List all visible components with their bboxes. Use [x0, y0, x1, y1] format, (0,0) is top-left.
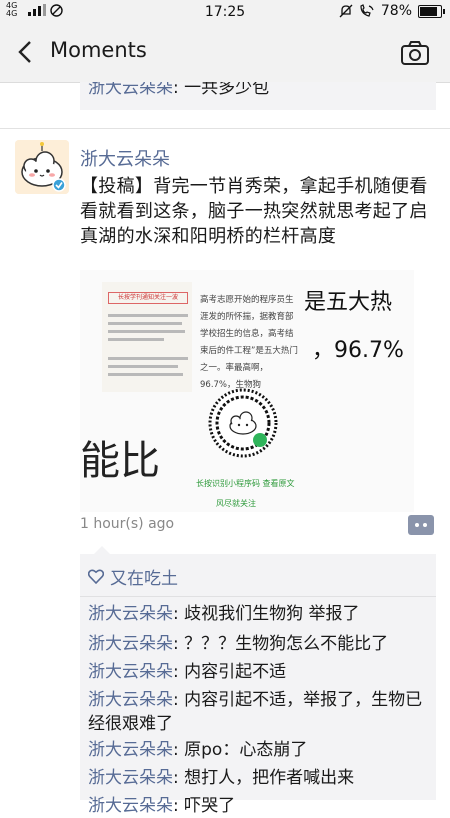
mute-bell-icon	[339, 4, 353, 18]
comment-user[interactable]: 浙大云朵朵	[88, 690, 173, 710]
comment-text: : ？？？生物狗怎么不能比了	[173, 634, 389, 654]
comment-text: : 想打人，把作者喊出来	[173, 768, 355, 788]
post-image[interactable]: 长按学刊通知关注一波 高考志愿开始的程序员生涯发的所怀揣，据教育部学校招生的信息…	[80, 270, 414, 512]
comment-item[interactable]: 浙大云朵朵: 吓哭了	[88, 794, 430, 818]
post-divider	[0, 128, 450, 129]
comment-user[interactable]: 浙大云朵朵	[88, 768, 173, 788]
previous-post-comments: 浙大云朵朵: 一共多少包	[80, 82, 436, 110]
image-green-caption-2: 风尽就关注	[216, 499, 256, 508]
comment-item[interactable]: 浙大云朵朵: 一共多少包	[88, 82, 430, 100]
comment-text: : 内容引起不适	[173, 662, 287, 682]
image-large-text-3: 能比	[80, 438, 160, 484]
status-bar: 4G 4G 17:25 78%	[0, 0, 450, 24]
post-timestamp: 1 hour(s) ago	[80, 516, 175, 532]
image-red-title: 长按学刊通知关注一波	[108, 292, 188, 304]
cloud-mascot-icon	[15, 140, 69, 194]
comment-item[interactable]: 浙大云朵朵: 原po：心态崩了	[88, 738, 430, 762]
comment-text: : 吓哭了	[173, 796, 236, 816]
likes-divider	[80, 596, 436, 597]
heart-icon	[88, 569, 104, 584]
image-mid-text: 高考志愿开始的程序员生涯发的所怀揣，据教育部学校招生的信息，高考结束后的件工程”…	[200, 295, 298, 390]
call-icon	[360, 4, 374, 17]
like-user[interactable]: 又在吃土	[110, 564, 178, 589]
image-large-text-1: 是五大热	[304, 290, 393, 315]
comment-item[interactable]: 浙大云朵朵: 歧视我们生物狗 举报了	[88, 602, 430, 626]
battery-fill	[420, 6, 438, 16]
comment-user[interactable]: 浙大云朵朵	[88, 796, 173, 816]
image-article-snippet: 长按学刊通知关注一波	[102, 282, 192, 392]
nav-bar: Moments	[0, 24, 450, 83]
comment-user[interactable]: 浙大云朵朵	[88, 604, 173, 624]
avatar[interactable]	[15, 140, 69, 194]
image-text-lines	[108, 314, 188, 381]
image-green-caption: 长按识别小程序码 查看原文	[196, 479, 295, 488]
image-large-text-2: ，96.7%	[312, 338, 404, 363]
camera-icon[interactable]	[400, 40, 430, 66]
page-title: Moments	[50, 38, 147, 62]
battery-icon	[418, 4, 445, 18]
more-actions-button[interactable]	[408, 515, 434, 535]
mini-program-code-icon	[208, 388, 278, 458]
likes-row: 又在吃土	[88, 564, 178, 589]
comment-item[interactable]: 浙大云朵朵: ？？？生物狗怎么不能比了	[88, 632, 430, 656]
comment-text: : 一共多少包	[173, 82, 270, 98]
back-arrow-icon[interactable]	[14, 38, 38, 66]
post-author[interactable]: 浙大云朵朵	[80, 145, 170, 171]
comment-user[interactable]: 浙大云朵朵	[88, 662, 173, 682]
comment-text: : 原po：心态崩了	[173, 740, 308, 760]
comment-user[interactable]: 浙大云朵朵	[88, 740, 173, 760]
comment-item[interactable]: 浙大云朵朵: 内容引起不适	[88, 660, 430, 684]
comment-item[interactable]: 浙大云朵朵: 内容引起不适，举报了，生物已经很艰难了	[88, 688, 430, 736]
comment-user[interactable]: 浙大云朵朵	[88, 634, 173, 654]
status-right: 78%	[339, 3, 445, 19]
comment-user[interactable]: 浙大云朵朵	[88, 82, 173, 98]
comments-section: 又在吃土 浙大云朵朵: 歧视我们生物狗 举报了 浙大云朵朵: ？？？生物狗怎么不…	[80, 546, 436, 816]
comment-item[interactable]: 浙大云朵朵: 想打人，把作者喊出来	[88, 766, 430, 790]
post-text: 【投稿】背完一节肖秀荣，拿起手机随便看看就看到这条，脑子一热突然就思考起了启真湖…	[80, 176, 428, 247]
battery-percent: 78%	[380, 3, 412, 19]
comment-text: : 歧视我们生物狗 举报了	[173, 604, 360, 624]
